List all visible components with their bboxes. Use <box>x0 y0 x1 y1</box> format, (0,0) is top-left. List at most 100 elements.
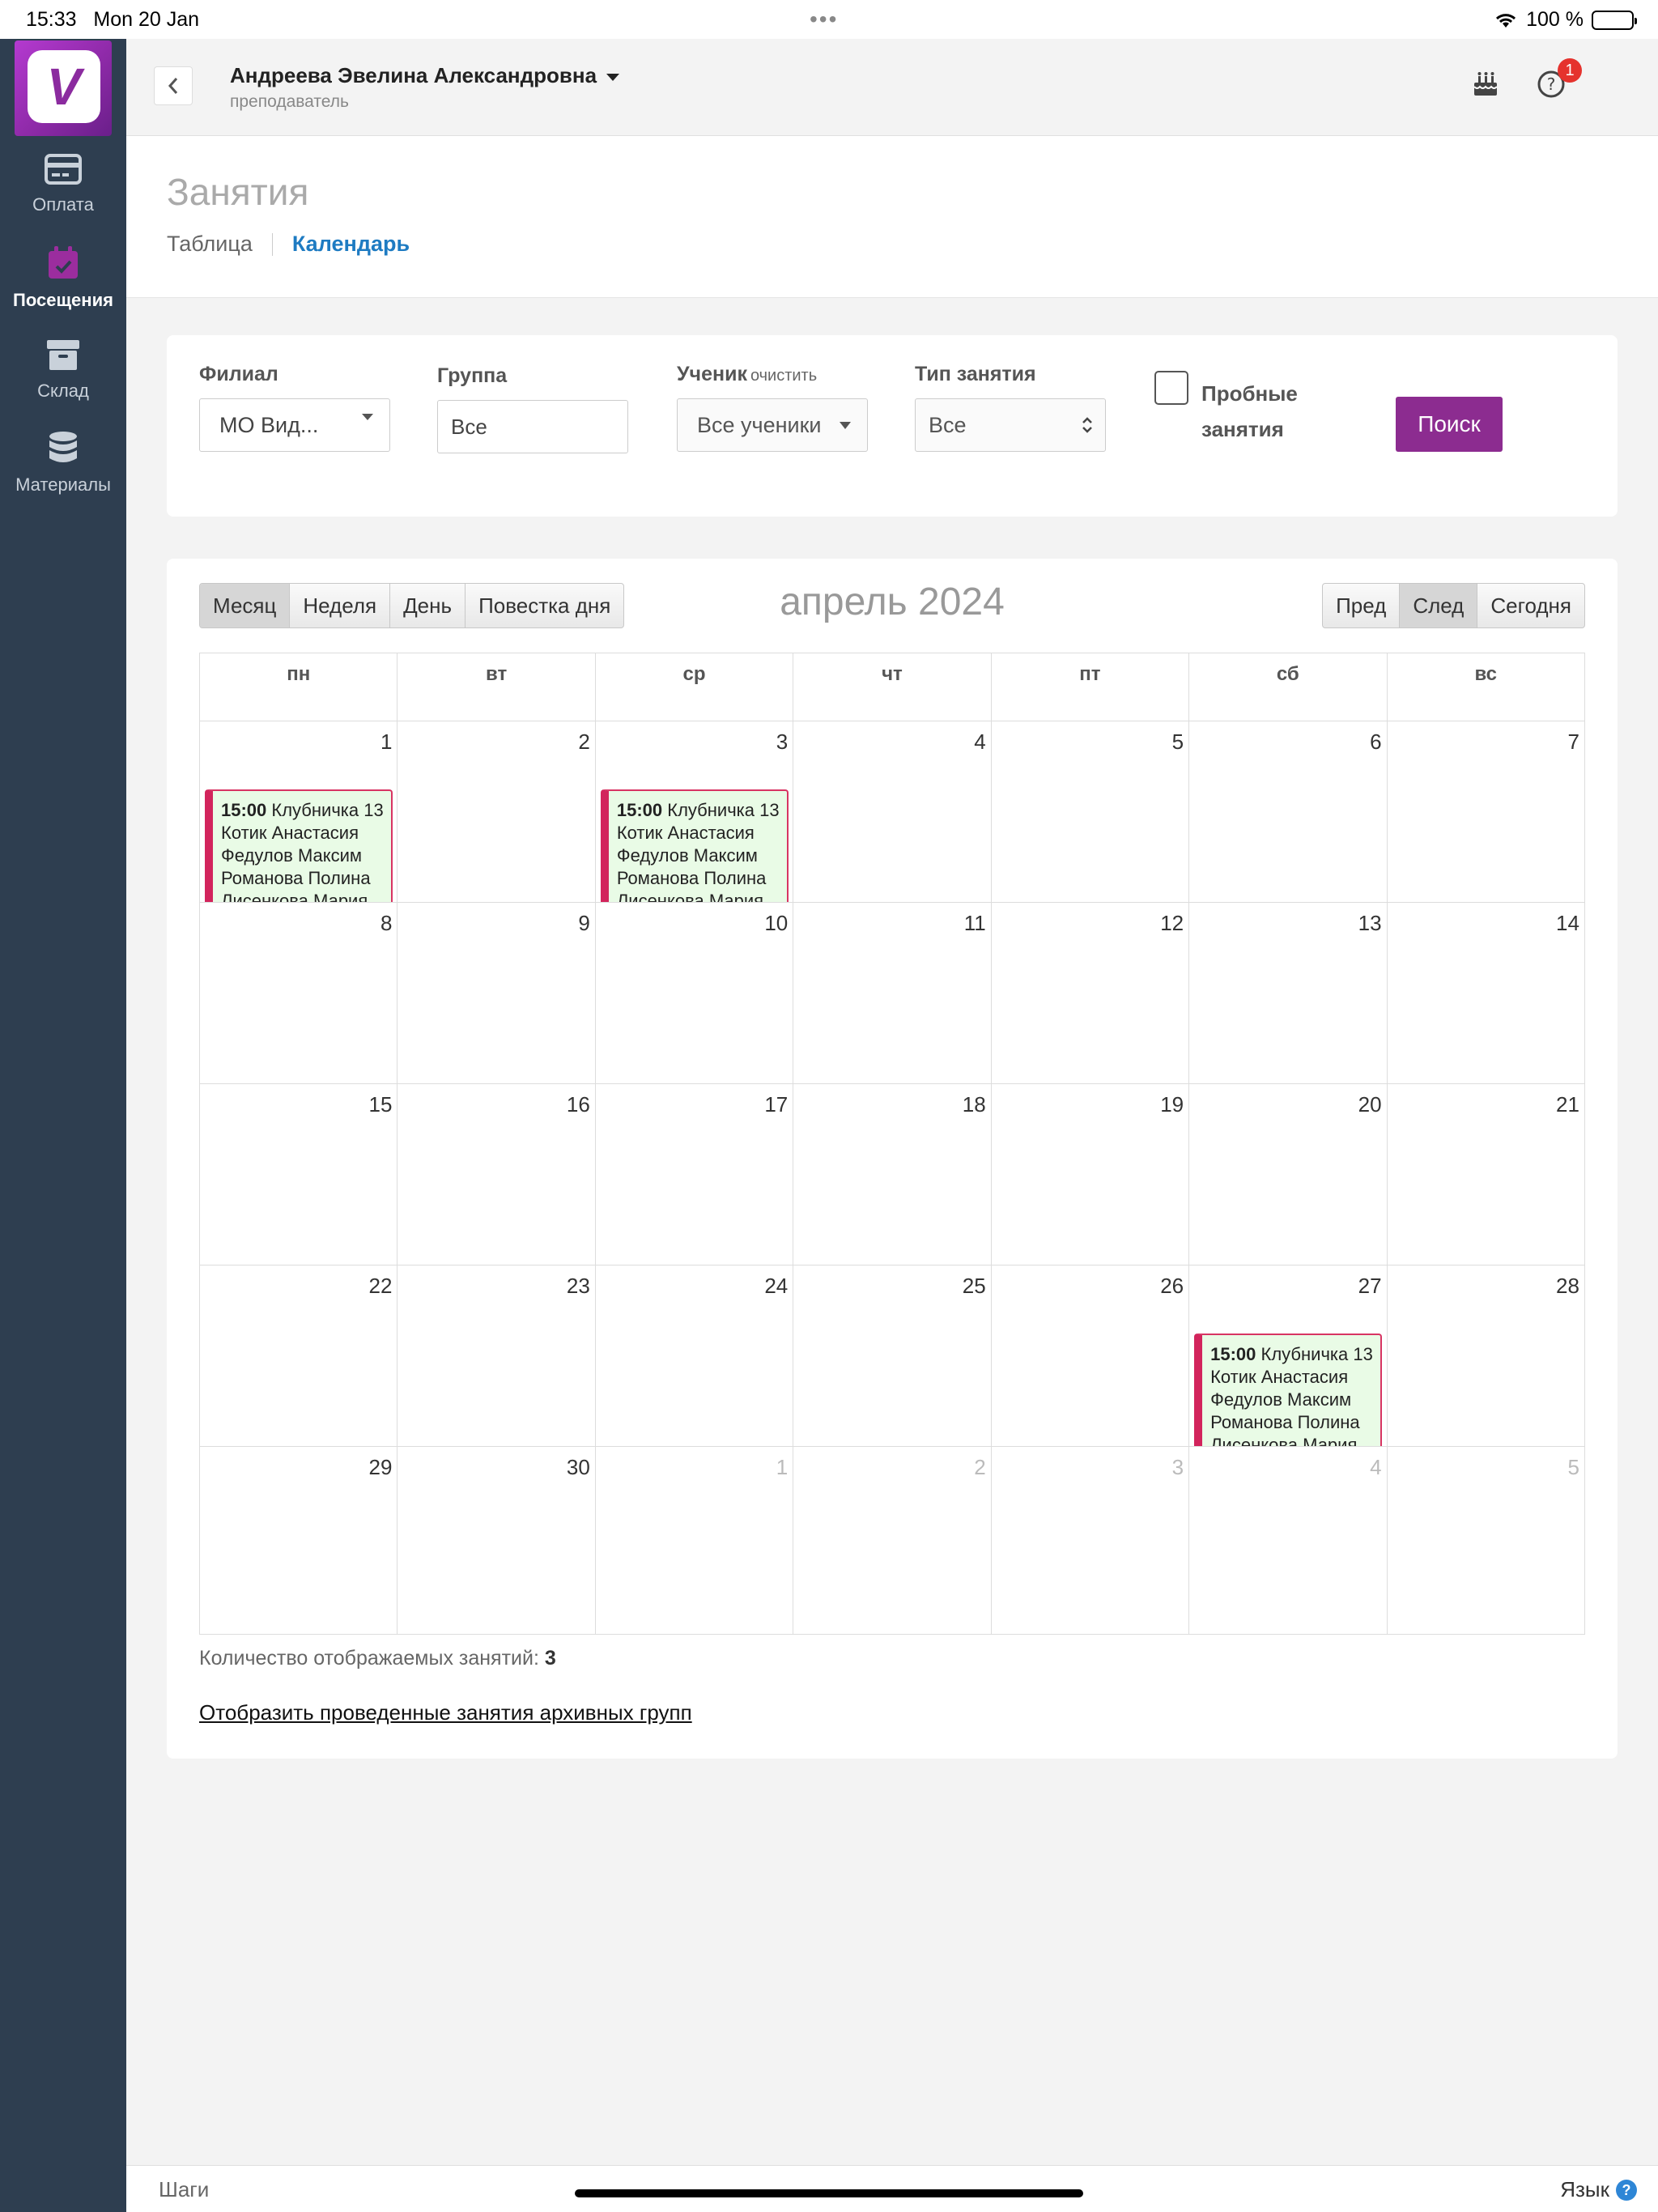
day-number: 3 <box>776 730 789 754</box>
birthday-cake-icon[interactable] <box>1472 70 1499 97</box>
top-header: Андреева Эвелина Александровна преподава… <box>126 39 1658 136</box>
view-month-button[interactable]: Месяц <box>200 584 291 627</box>
day-cell[interactable]: 17 <box>595 1084 794 1266</box>
day-cell[interactable]: 21 <box>1387 1084 1585 1266</box>
footer: Шаги Язык ? <box>126 2165 1658 2212</box>
day-cell[interactable]: 2 <box>397 721 596 903</box>
calendar-event[interactable]: 15:00 Клубничка 13 Котик Анастасия Федулов… <box>205 789 393 902</box>
calendar-nav: Пред След Сегодня <box>1322 583 1585 628</box>
day-cell[interactable]: 8 <box>200 903 398 1084</box>
day-number: 20 <box>1358 1092 1382 1117</box>
search-button[interactable]: Поиск <box>1396 397 1503 452</box>
sidebar-item-attendance[interactable]: Посещения <box>0 246 126 311</box>
calendar-event[interactable]: 15:00 Клубничка 13 Котик Анастасия Федулов… <box>600 789 789 903</box>
view-day-button[interactable]: День <box>390 584 466 627</box>
sidebar-item-payment[interactable]: Оплата <box>0 154 126 215</box>
day-cell[interactable]: 10 <box>595 903 794 1084</box>
event-group: Клубничка 13 <box>667 800 780 820</box>
status-right: 100 % <box>1494 8 1637 32</box>
home-indicator[interactable] <box>575 2189 1083 2197</box>
group-input[interactable]: Все <box>437 400 628 453</box>
sidebar-item-label: Оплата <box>32 194 94 215</box>
event-student: Романова Полина <box>616 868 767 888</box>
tab-separator <box>271 232 273 256</box>
clear-student-link[interactable]: очистить <box>750 367 817 385</box>
day-number: 25 <box>962 1274 986 1298</box>
tab-calendar[interactable]: Календарь <box>292 232 410 257</box>
day-cell[interactable]: 23 <box>397 1266 596 1447</box>
day-cell[interactable]: 11 <box>793 903 992 1084</box>
day-number: 22 <box>368 1274 393 1298</box>
day-cell[interactable]: 25 <box>793 1266 992 1447</box>
view-week-button[interactable]: Неделя <box>290 584 391 627</box>
student-select[interactable]: Все ученики <box>677 398 868 452</box>
day-number: 1 <box>380 730 393 754</box>
day-number: 17 <box>764 1092 789 1117</box>
sidebar-item-warehouse[interactable]: Склад <box>0 338 126 402</box>
day-cell[interactable]: 30 <box>397 1447 596 1635</box>
day-cell[interactable]: 7 <box>1387 721 1585 903</box>
day-cell[interactable]: 5 <box>991 721 1190 903</box>
day-cell[interactable]: 14 <box>1387 903 1585 1084</box>
day-number: 2 <box>578 730 590 754</box>
day-number: 11 <box>963 911 986 935</box>
view-agenda-button[interactable]: Повестка дня <box>466 584 623 627</box>
day-cell[interactable]: 18 <box>793 1084 992 1266</box>
day-cell[interactable]: 13 <box>1189 903 1388 1084</box>
calendar-event[interactable]: 15:00 Клубничка 13 Котик Анастасия Федулов… <box>1194 1334 1383 1446</box>
day-cell[interactable]: 4 <box>1189 1447 1388 1635</box>
day-cell[interactable]: 16 <box>397 1084 596 1266</box>
user-menu[interactable]: Андреева Эвелина Александровна <box>230 63 620 88</box>
archive-groups-link[interactable]: Отобразить проведенные занятия архивных … <box>199 1700 692 1725</box>
day-cell[interactable]: 1 15:00 Клубничка 13 Котик Анастасия Федуло… <box>200 721 398 903</box>
chevron-left-icon <box>168 78 178 94</box>
weekday-header-cell: чт <box>793 653 992 721</box>
app-logo[interactable]: V <box>15 40 112 136</box>
help-circle-icon: ? <box>1616 2179 1637 2201</box>
day-number: 16 <box>566 1092 590 1117</box>
branch-select[interactable]: МО Вид... <box>199 398 390 452</box>
trial-lessons-checkbox[interactable] <box>1154 371 1188 405</box>
day-cell[interactable]: 29 <box>200 1447 398 1635</box>
tab-table[interactable]: Таблица <box>167 232 253 257</box>
archive-box-icon <box>47 340 79 370</box>
day-cell[interactable]: 1 <box>595 1447 794 1635</box>
lesson-type-select[interactable]: Все <box>915 398 1106 452</box>
day-number: 3 <box>1171 1455 1184 1479</box>
back-button[interactable] <box>154 66 193 105</box>
weekday-header-cell: пн <box>200 653 398 721</box>
day-cell[interactable]: 5 <box>1387 1447 1585 1635</box>
day-cell[interactable]: 3 15:00 Клубничка 13 Котик Анастасия Федуло… <box>595 721 794 903</box>
day-number: 15 <box>368 1092 393 1117</box>
day-number: 29 <box>368 1455 393 1479</box>
day-cell[interactable]: 4 <box>793 721 992 903</box>
day-cell[interactable]: 9 <box>397 903 596 1084</box>
day-cell[interactable]: 24 <box>595 1266 794 1447</box>
day-cell[interactable]: 20 <box>1189 1084 1388 1266</box>
day-number: 5 <box>1171 730 1184 754</box>
today-button[interactable]: Сегодня <box>1477 584 1584 627</box>
week-row: 1 15:00 Клубничка 13 Котик Анастасия Федуло… <box>200 721 1585 903</box>
prev-button[interactable]: Пред <box>1323 584 1401 627</box>
multitask-dots-icon[interactable]: ••• <box>810 6 838 32</box>
event-student: Федулов Максим <box>1210 1389 1352 1410</box>
group-label: Группа <box>437 364 508 387</box>
sidebar-item-materials[interactable]: Материалы <box>0 431 126 496</box>
day-cell[interactable]: 28 <box>1387 1266 1585 1447</box>
day-cell[interactable]: 15 <box>200 1084 398 1266</box>
day-cell[interactable]: 2 <box>793 1447 992 1635</box>
event-student: Лисенкова Мария <box>616 891 764 903</box>
language-selector[interactable]: Язык ? <box>1560 2177 1637 2202</box>
next-button[interactable]: След <box>1400 584 1478 627</box>
day-cell[interactable]: 6 <box>1189 721 1388 903</box>
day-number: 6 <box>1370 730 1382 754</box>
day-cell[interactable]: 27 15:00 Клубничка 13 Котик Анастасия Федул… <box>1189 1266 1388 1447</box>
student-label: Ученик очистить <box>677 363 818 385</box>
day-cell[interactable]: 3 <box>991 1447 1190 1635</box>
steps-link[interactable]: Шаги <box>159 2177 209 2202</box>
day-cell[interactable]: 26 <box>991 1266 1190 1447</box>
day-cell[interactable]: 19 <box>991 1084 1190 1266</box>
day-cell[interactable]: 22 <box>200 1266 398 1447</box>
day-number: 27 <box>1358 1274 1382 1298</box>
day-cell[interactable]: 12 <box>991 903 1190 1084</box>
